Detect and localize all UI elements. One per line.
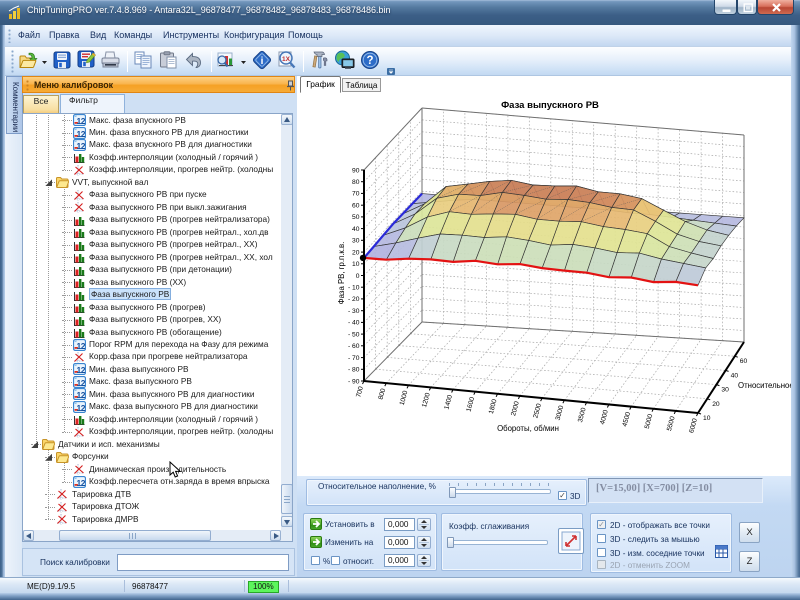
svg-text:?: ? [366,55,373,67]
svg-text:700: 700 [355,385,365,398]
svg-text:80: 80 [352,179,360,186]
svg-text:5500: 5500 [666,415,677,431]
svg-text:90: 90 [352,167,360,174]
svg-text:Обороты, об/мин: Обороты, об/мин [497,424,559,433]
svg-text:10: 10 [352,261,360,268]
svg-text:3500: 3500 [577,407,588,423]
svg-text:50: 50 [352,214,360,221]
svg-text:60: 60 [740,358,748,365]
svg-text:60: 60 [352,203,360,210]
svg-text:4500: 4500 [622,411,633,427]
svg-text:12: 12 [77,128,86,138]
svg-text:40: 40 [352,226,360,233]
svg-text:0: 0 [356,273,360,280]
svg-text:12: 12 [77,340,86,350]
svg-text:12: 12 [77,403,86,413]
svg-text:1800: 1800 [488,398,499,414]
svg-text:70: 70 [352,191,360,198]
svg-text:2500: 2500 [532,403,543,419]
svg-text:- 50: - 50 [348,331,360,338]
svg-text:800: 800 [378,388,388,401]
svg-text:5000: 5000 [644,413,655,429]
svg-text:Фаза РВ, гр.п.к.в.: Фаза РВ, гр.п.к.в. [337,242,346,305]
svg-text:i: i [261,56,264,67]
svg-text:1X: 1X [282,56,291,63]
svg-text:Фаза выпускного РВ: Фаза выпускного РВ [501,100,599,111]
svg-text:12: 12 [77,365,86,375]
svg-text:- 90: - 90 [348,378,360,385]
svg-text:- 20: - 20 [348,296,360,303]
svg-text:12: 12 [77,116,86,126]
svg-text:4000: 4000 [599,409,610,425]
svg-text:1000: 1000 [399,390,410,406]
svg-text:30: 30 [352,238,360,245]
svg-text:- 10: - 10 [348,285,360,292]
svg-text:12: 12 [77,477,86,487]
svg-text:- 30: - 30 [348,308,360,315]
svg-text:12: 12 [77,141,86,151]
svg-text:- 70: - 70 [348,355,360,362]
svg-text:- 40: - 40 [348,320,360,327]
svg-text:1600: 1600 [466,396,477,412]
svg-text:40: 40 [731,372,739,379]
svg-text:- 80: - 80 [348,367,360,374]
svg-text:1400: 1400 [443,394,454,410]
svg-text:12: 12 [77,378,86,388]
svg-text:20: 20 [712,401,720,408]
svg-text:Относительное наполнение: Относительное наполнение [738,381,791,390]
svg-text:30: 30 [721,387,729,394]
svg-text:3000: 3000 [555,405,566,421]
svg-text:2000: 2000 [510,400,521,416]
svg-text:20: 20 [352,249,360,256]
svg-text:6000: 6000 [688,417,699,433]
svg-text:10: 10 [703,415,711,422]
svg-text:- 60: - 60 [348,343,360,350]
svg-text:1200: 1200 [421,392,432,408]
svg-text:12: 12 [77,390,86,400]
